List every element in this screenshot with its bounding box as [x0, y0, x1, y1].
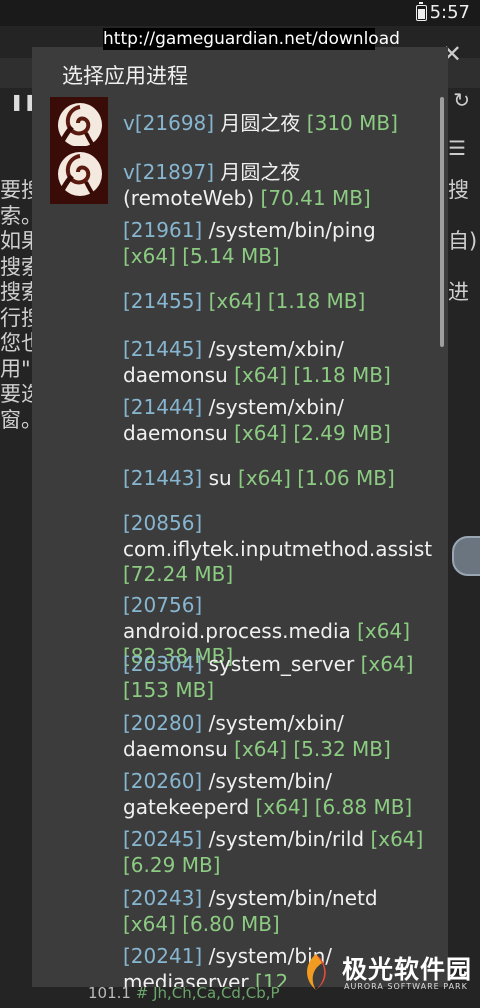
process-name: su — [202, 466, 239, 490]
background-text-line: 搜索 — [0, 254, 34, 279]
aurora-logo-icon — [307, 954, 326, 990]
process-pid: [20304] — [123, 652, 203, 676]
background-text-line: 要搜 — [0, 178, 34, 202]
process-meta: [x64] [2.49 MB] — [234, 420, 391, 445]
process-item[interactable]: [20856] com.iflytek.inputmethod.assist [… — [123, 511, 433, 588]
process-pid: [20245] — [123, 827, 203, 851]
background-help-text: 要搜索。如果搜索搜索行搜您也用"要选窗。 — [0, 178, 34, 433]
process-meta: [x64] [5.32 MB] — [234, 736, 391, 761]
background-text-right-line — [448, 204, 480, 230]
process-meta: [x64] [1.06 MB] — [238, 466, 395, 490]
background-text-line: 用" — [0, 356, 31, 381]
process-meta: [x64] [1.18 MB] — [234, 362, 391, 387]
process-name: /system/bin/ping — [202, 218, 376, 242]
battery-icon — [416, 2, 427, 21]
process-pid: v[21698] — [123, 111, 215, 135]
background-text-line: 如果 — [0, 229, 34, 253]
process-meta: [72.24 MB] — [123, 562, 234, 586]
moon-night-app-icon — [50, 146, 108, 204]
process-item[interactable]: [21455] [x64] [1.18 MB] — [123, 289, 433, 315]
background-text-line: 您也 — [0, 331, 34, 355]
watermark-subtitle: AURORA SOFTWARE PARK — [344, 982, 468, 991]
process-name: /system/bin/rild — [202, 827, 371, 851]
process-pid: [20260] — [123, 769, 203, 793]
process-pid: [20756] — [123, 593, 203, 617]
scrollbar[interactable] — [440, 97, 444, 347]
process-pid: [21443] — [123, 466, 203, 490]
process-pid: [21445] — [123, 337, 203, 361]
process-meta: [310 MB] — [306, 111, 398, 135]
process-item[interactable]: [20260] /system/bin/ gatekeeperd [x64] [… — [123, 769, 433, 820]
background-text-line: 搜索 — [0, 280, 34, 304]
process-item[interactable]: [20243] /system/bin/netd [x64] [6.80 MB] — [123, 886, 433, 937]
select-process-dialog: 选择应用进程 v[21698] 月圆之夜 [310 MB] v[21897] 月圆… — [32, 47, 448, 987]
status-bar: 5:57 — [0, 0, 480, 26]
process-pid: [20241] — [123, 944, 203, 968]
process-item[interactable]: [21443] su [x64] [1.06 MB] — [123, 466, 433, 492]
process-name: /system/bin/netd — [202, 886, 378, 910]
pause-icon: ❚❚ — [10, 92, 37, 111]
menu-icon[interactable]: ☰ — [448, 136, 466, 160]
dialog-title: 选择应用进程 — [62, 64, 188, 88]
background-text-right-line: 自) — [448, 229, 478, 253]
background-text-right-line — [448, 408, 480, 434]
process-pid: [20856] — [123, 511, 203, 535]
background-text-right-line — [448, 255, 480, 281]
process-item[interactable]: [21961] /system/bin/ping [x64] [5.14 MB] — [123, 218, 433, 269]
process-item[interactable]: [20280] /system/xbin/ daemonsu [x64] [5.… — [123, 711, 433, 762]
background-text-line: 索。 — [0, 203, 34, 228]
process-meta: [x64] [6.80 MB] — [123, 911, 280, 936]
process-item[interactable]: [21444] /system/xbin/ daemonsu [x64] [2.… — [123, 395, 433, 446]
background-text-right-line — [448, 331, 480, 357]
watermark-title: 极光软件园 — [342, 955, 473, 984]
floating-gameguardian-icon[interactable] — [452, 536, 480, 576]
watermark: 极光软件园 AURORA SOFTWARE PARK — [290, 948, 471, 1004]
process-name: android.process.media — [123, 618, 358, 643]
background-text-line: 窗。 — [0, 407, 34, 432]
process-pid: [21455] — [123, 289, 203, 313]
background-text-right-line — [448, 382, 480, 408]
process-name: com.iflytek.inputmethod.assist — [123, 536, 433, 561]
process-item[interactable]: [20245] /system/bin/rild [x64] [6.29 MB] — [123, 827, 433, 878]
process-meta: [x64] [6.88 MB] — [255, 794, 413, 819]
process-pid: [21961] — [123, 218, 203, 242]
process-item[interactable]: [21445] /system/xbin/ daemonsu [x64] [1.… — [123, 337, 433, 388]
download-url-overlay: http://gameguardian.net/download — [103, 28, 400, 50]
background-help-text-right: 搜 自) 进 — [446, 178, 480, 433]
process-item[interactable]: v[21698] 月圆之夜 [310 MB] — [123, 111, 433, 137]
process-meta: [x64] [1.18 MB] — [208, 289, 366, 313]
process-name: system_server — [202, 652, 361, 676]
process-meta: [x64] [5.14 MB] — [123, 243, 280, 268]
process-item[interactable]: [20304] system_server [x64] [153 MB] — [123, 652, 433, 703]
background-text-line: 行搜 — [0, 305, 34, 330]
process-meta: [12 — [254, 969, 289, 988]
background-text-line: 要选 — [0, 382, 34, 406]
process-name: 月圆之夜 — [214, 111, 307, 135]
background-text-right-line: 进 — [448, 280, 469, 304]
process-pid: [20280] — [123, 711, 203, 735]
background-text-right-line: 搜 — [448, 178, 469, 202]
status-time: 5:57 — [429, 2, 470, 23]
process-item[interactable]: v[21897] 月圆之夜 (remoteWeb) [70.41 MB] — [123, 160, 433, 211]
background-text-right-line — [448, 357, 480, 383]
process-meta: [70.41 MB] — [260, 185, 371, 210]
process-pid: [20243] — [123, 886, 203, 910]
process-pid: [21444] — [123, 395, 203, 419]
background-text-right-line — [448, 306, 480, 332]
process-pid: v[21897] — [123, 160, 215, 184]
refresh-icon[interactable]: ↻ — [453, 88, 470, 112]
